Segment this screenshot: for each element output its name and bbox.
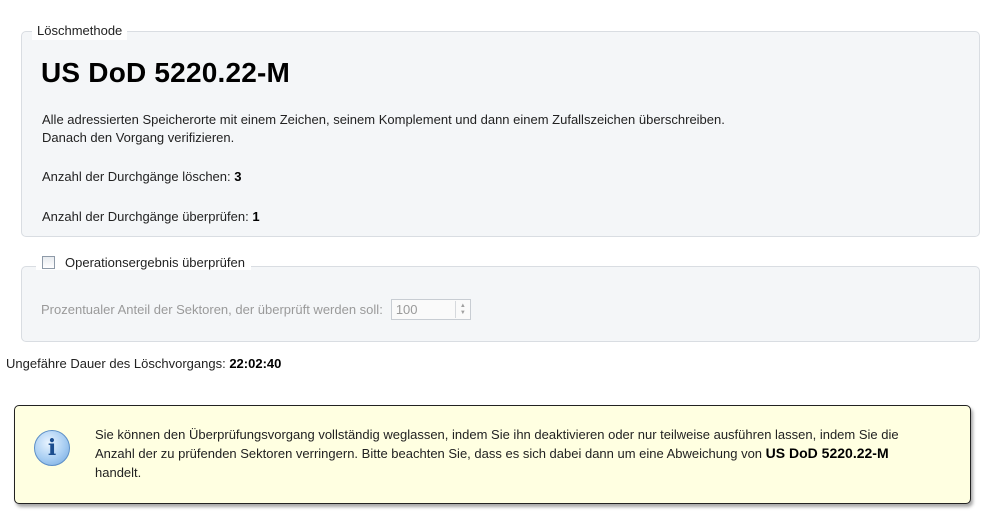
sectors-row: Prozentualer Anteil der Sektoren, der üb… — [41, 299, 471, 320]
spin-up-icon[interactable]: ▲ — [460, 303, 466, 310]
info-icon: i — [34, 430, 70, 466]
info-text-part2: handelt. — [95, 465, 142, 480]
info-box: i Sie können den Überprüfungsvorgang vol… — [14, 405, 971, 504]
verify-checkbox-label[interactable]: Operationsergebnis überprüfen — [65, 255, 245, 270]
method-description: Alle adressierten Speicherorte mit einem… — [42, 111, 962, 147]
method-description-line2: Danach den Vorgang verifizieren. — [42, 130, 235, 145]
duration-row: Ungefähre Dauer des Löschvorgangs: 22:02… — [6, 356, 281, 371]
passes-verify-row: Anzahl der Durchgänge überprüfen: 1 — [42, 209, 260, 224]
verify-checkbox-row[interactable]: Operationsergebnis überprüfen — [36, 255, 251, 270]
erase-method-group: Löschmethode US DoD 5220.22-M Alle adres… — [21, 22, 980, 237]
verify-checkbox[interactable] — [42, 256, 55, 269]
info-text: Sie können den Überprüfungsvorgang volls… — [95, 425, 935, 482]
method-description-line1: Alle adressierten Speicherorte mit einem… — [42, 112, 725, 127]
sectors-spinbox[interactable]: 100 ▲ ▼ — [390, 299, 471, 320]
method-title: US DoD 5220.22-M — [41, 57, 291, 88]
passes-delete-value: 3 — [234, 169, 242, 184]
passes-verify-value: 1 — [252, 209, 260, 224]
duration-value: 22:02:40 — [229, 356, 282, 371]
passes-verify-label: Anzahl der Durchgänge überprüfen: — [42, 209, 249, 224]
info-text-bold: US DoD 5220.22-M — [765, 445, 889, 461]
sectors-label: Prozentualer Anteil der Sektoren, der üb… — [41, 302, 383, 317]
sectors-value[interactable]: 100 — [392, 302, 455, 317]
erase-method-legend: Löschmethode — [32, 22, 128, 40]
passes-delete-row: Anzahl der Durchgänge löschen: 3 — [42, 169, 241, 184]
spin-down-icon[interactable]: ▼ — [460, 310, 466, 317]
passes-delete-label: Anzahl der Durchgänge löschen: — [42, 169, 231, 184]
duration-label: Ungefähre Dauer des Löschvorgangs: — [6, 356, 226, 371]
verify-group: Operationsergebnis überprüfen Prozentual… — [21, 255, 980, 342]
spin-buttons[interactable]: ▲ ▼ — [454, 301, 470, 318]
